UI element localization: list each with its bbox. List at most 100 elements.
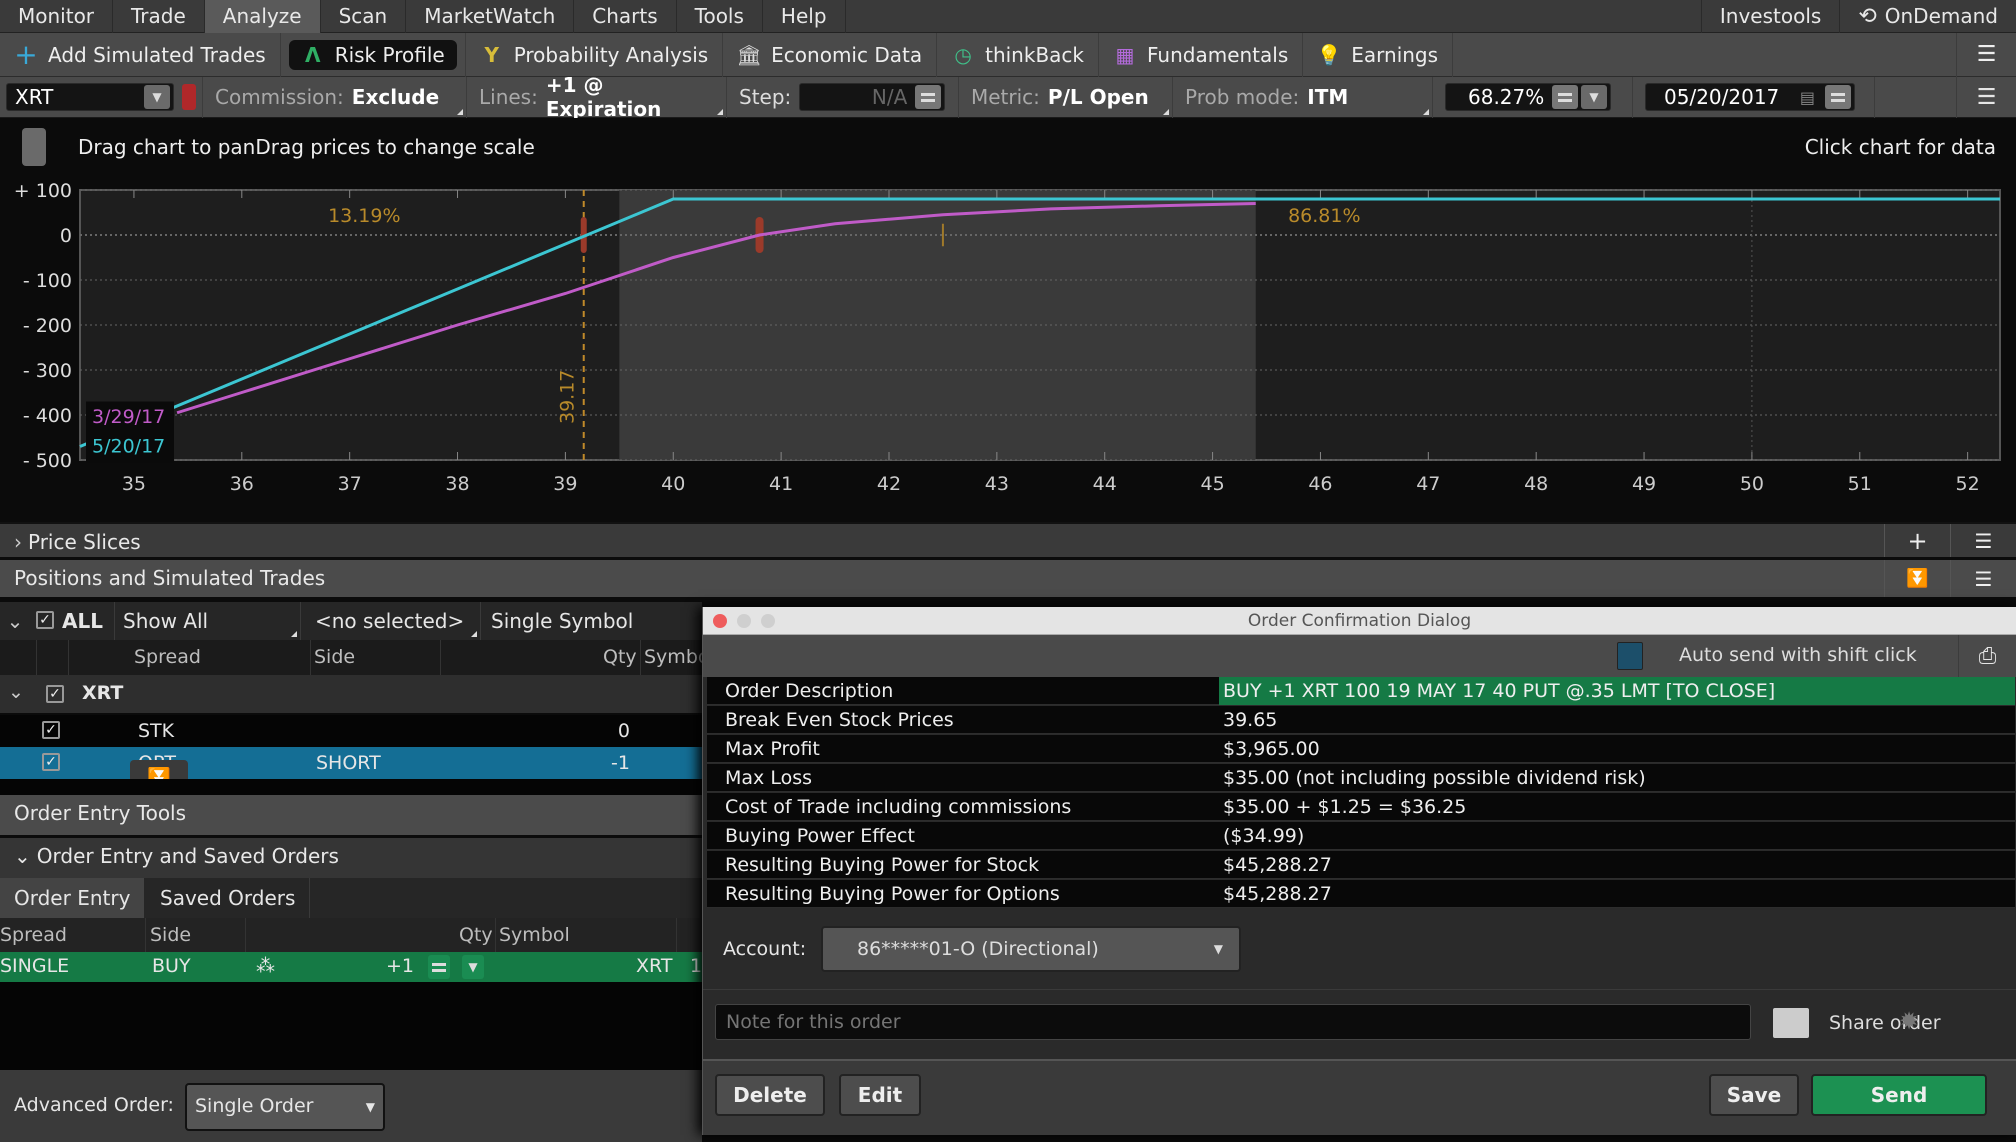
menu-trade[interactable]: Trade (113, 0, 205, 33)
order-entry-saved-header[interactable]: ⌄ Order Entry and Saved Orders (0, 838, 702, 878)
fundamentals-label: Fundamentals (1147, 42, 1289, 67)
row-checkbox[interactable]: ✓ (42, 753, 60, 771)
corner-indicator (1423, 108, 1429, 115)
positions-filter-row: ⌄ ✓ ALL Show All <no selected> Single Sy… (0, 602, 702, 640)
order-side[interactable]: BUY (152, 955, 191, 977)
chevron-down-icon[interactable]: ▼ (462, 955, 484, 979)
slices-menu-button[interactable]: ☰ (1950, 524, 2016, 557)
tab-saved-orders[interactable]: Saved Orders (146, 878, 311, 918)
list-menu-icon: ☰ (1974, 528, 1993, 553)
order-symbol[interactable]: XRT (636, 955, 672, 977)
print-button[interactable]: ⎙ (1958, 635, 2016, 677)
pyramid-icon[interactable]: ⁂ (256, 955, 275, 977)
menu-ondemand[interactable]: ⟲ OnDemand (1840, 0, 2016, 33)
calendar-icon[interactable]: ▤ (1800, 88, 1815, 107)
probability-icon: Y (484, 42, 499, 67)
order-entry-tools-header[interactable]: Order Entry Tools (0, 795, 702, 835)
symbol-input[interactable]: XRT ▼ (6, 83, 174, 111)
risk-profile-chart[interactable]: + 100 0 - 100 - 200 - 300 - 400 - 500 35 36 37 38… (0, 176, 2016, 506)
chevron-down-icon[interactable]: ⌄ (0, 609, 30, 633)
commission-selector[interactable]: Commission: Exclude (202, 76, 467, 118)
price-slices-header[interactable]: › Price Slices + ☰ (0, 522, 2016, 557)
row-checkbox[interactable]: ✓ (42, 721, 60, 739)
all-checkbox[interactable]: ✓ (36, 611, 54, 629)
delete-button[interactable]: Delete (715, 1074, 825, 1116)
chevron-down-icon[interactable]: ▼ (1581, 85, 1607, 109)
gear-icon[interactable]: ✹ (1899, 1007, 1919, 1035)
menu-monitor[interactable]: Monitor (0, 0, 114, 33)
metric-label: Metric: (971, 85, 1040, 109)
analyze-tools-row: + Add Simulated Trades Λ Risk Profile Y … (0, 32, 2016, 77)
chevron-down-icon[interactable]: ⌄ (8, 681, 24, 703)
double-chevron-down-icon: ⏬ (1906, 568, 1929, 589)
lines-value: +1 @ Expiration (545, 73, 662, 121)
menu-charts[interactable]: Charts (574, 0, 677, 33)
row-qty: -1 (611, 752, 630, 774)
collapse-button[interactable]: ⏬ (1884, 560, 1950, 597)
positions-header[interactable]: Positions and Simulated Trades ⏬ ☰ (0, 560, 2016, 597)
edit-button[interactable]: Edit (839, 1074, 921, 1116)
fundamentals-tab[interactable]: ▦ Fundamentals (1099, 32, 1304, 77)
qty-spinner[interactable] (428, 955, 450, 979)
order-note-input[interactable] (715, 1004, 1751, 1040)
position-row-selected[interactable]: ✓ OPT SHORT -1 (0, 747, 702, 779)
alert-badge[interactable] (182, 84, 196, 110)
price-slices-label: Price Slices (28, 530, 141, 554)
position-group-xrt[interactable]: ⌄ ✓ XRT (0, 675, 702, 713)
order-qty[interactable]: +1 (386, 955, 414, 977)
step-input[interactable]: N/A (799, 83, 946, 111)
chart-style-icon[interactable] (22, 128, 46, 166)
thinkback-tab[interactable]: ◷ thinkBack (937, 32, 1099, 77)
single-symbol-toggle[interactable]: Single Symbol (480, 602, 702, 640)
account-dropdown[interactable]: 86*****01-O (Directional) ▼ (821, 926, 1241, 972)
menu-spacer (846, 0, 1701, 32)
prob-mode-selector[interactable]: Prob mode: ITM (1173, 76, 1433, 118)
menu-scan[interactable]: Scan (321, 0, 407, 33)
show-filter-dropdown[interactable]: Show All (114, 602, 300, 640)
order-entry-tabs: Order Entry Saved Orders (0, 878, 702, 918)
earnings-tab[interactable]: 💡 Earnings (1303, 32, 1454, 77)
share-order-checkbox[interactable] (1773, 1008, 1809, 1038)
selection-dropdown[interactable]: <no selected> (300, 602, 480, 640)
metric-selector[interactable]: Metric: P/L Open (959, 76, 1173, 118)
chevron-right-icon: › (14, 530, 22, 554)
menu-help[interactable]: Help (763, 0, 846, 33)
tools-menu-button[interactable]: ☰ (1956, 32, 2016, 77)
plus-icon: + (14, 38, 38, 71)
order-entry-row[interactable]: SINGLE BUY ⁂ +1 ▼ XRT 1 (0, 952, 702, 982)
dialog-row: Cost of Trade including commissions $35.0… (707, 793, 2015, 821)
position-row[interactable]: ✓ STK 0 (0, 715, 702, 747)
menu-analyze[interactable]: Analyze (204, 0, 321, 33)
risk-profile-tab[interactable]: Λ Risk Profile (281, 32, 466, 77)
col-qty[interactable]: Qty (603, 646, 637, 668)
prob-range-value: 68.27% (1468, 85, 1545, 109)
date-spinner[interactable] (1825, 85, 1851, 109)
add-simulated-trades-button[interactable]: + Add Simulated Trades (0, 32, 281, 77)
tab-order-entry[interactable]: Order Entry (0, 878, 145, 918)
col-spread[interactable]: Spread (134, 646, 201, 668)
menu-tools[interactable]: Tools (677, 0, 763, 33)
col-spread: Spread (0, 924, 67, 946)
probability-analysis-tab[interactable]: Y Probability Analysis (466, 32, 724, 77)
group-checkbox[interactable]: ✓ (46, 685, 64, 703)
save-button[interactable]: Save (1709, 1074, 1799, 1116)
group-symbol: XRT (82, 682, 124, 704)
economic-data-tab[interactable]: 🏛 Economic Data (723, 32, 938, 77)
menu-marketwatch[interactable]: MarketWatch (406, 0, 575, 33)
menu-investools[interactable]: Investools (1700, 0, 1841, 33)
chevron-down-icon[interactable]: ▼ (144, 85, 170, 109)
controls-menu-button[interactable]: ☰ (1956, 76, 2016, 118)
auto-send-checkbox[interactable] (1617, 642, 1643, 670)
y-tick-label: - 200 (23, 315, 72, 337)
advanced-order-dropdown[interactable]: Single Order ▼ (185, 1083, 385, 1131)
positions-menu-button[interactable]: ☰ (1950, 560, 2016, 597)
add-slice-button[interactable]: + (1884, 524, 1950, 557)
col-side[interactable]: Side (314, 646, 355, 668)
step-spinner[interactable] (915, 85, 942, 109)
prob-range-spinner[interactable] (1552, 85, 1578, 109)
send-button[interactable]: Send (1811, 1074, 1987, 1116)
order-spread[interactable]: SINGLE (0, 955, 69, 977)
prob-range-input[interactable]: 68.27% ▼ (1445, 83, 1611, 111)
lines-selector[interactable]: Lines: +1 @ Expiration (467, 73, 727, 121)
date-input[interactable]: 05/20/2017 ▤ (1645, 83, 1855, 111)
